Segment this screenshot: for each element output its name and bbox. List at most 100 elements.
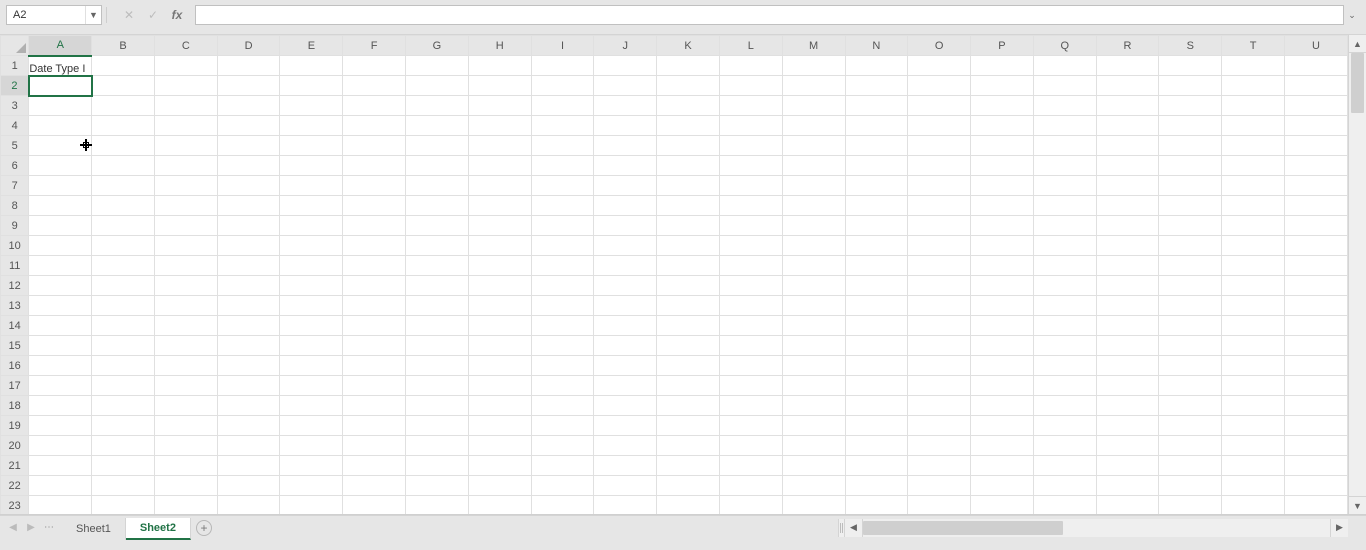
cell-T1[interactable] (1222, 56, 1285, 76)
cell-L16[interactable] (719, 356, 782, 376)
cell-J2[interactable] (594, 76, 657, 96)
row-header-17[interactable]: 17 (1, 376, 29, 396)
cell-M3[interactable] (782, 96, 845, 116)
cell-F3[interactable] (343, 96, 406, 116)
row-header-1[interactable]: 1 (1, 56, 29, 76)
cell-P16[interactable] (971, 356, 1034, 376)
cell-R19[interactable] (1096, 416, 1159, 436)
cell-Q2[interactable] (1033, 76, 1096, 96)
cell-H7[interactable] (468, 176, 531, 196)
cell-S19[interactable] (1159, 416, 1222, 436)
cell-T2[interactable] (1222, 76, 1285, 96)
cell-R16[interactable] (1096, 356, 1159, 376)
cell-F18[interactable] (343, 396, 406, 416)
cell-G12[interactable] (406, 276, 469, 296)
cell-L22[interactable] (719, 476, 782, 496)
cell-C7[interactable] (154, 176, 217, 196)
row-header-7[interactable]: 7 (1, 176, 29, 196)
cell-P8[interactable] (971, 196, 1034, 216)
cell-B23[interactable] (92, 496, 155, 515)
cell-F1[interactable] (343, 56, 406, 76)
scroll-sizer[interactable] (839, 519, 845, 537)
col-header-D[interactable]: D (217, 36, 280, 56)
cell-A4[interactable] (29, 116, 92, 136)
cell-M18[interactable] (782, 396, 845, 416)
cell-N21[interactable] (845, 456, 908, 476)
cell-P21[interactable] (971, 456, 1034, 476)
cell-Q8[interactable] (1033, 196, 1096, 216)
cell-S12[interactable] (1159, 276, 1222, 296)
cell-S3[interactable] (1159, 96, 1222, 116)
cell-L5[interactable] (719, 136, 782, 156)
cell-F2[interactable] (343, 76, 406, 96)
cell-U6[interactable] (1284, 156, 1347, 176)
cell-U13[interactable] (1284, 296, 1347, 316)
cell-C21[interactable] (154, 456, 217, 476)
cell-L14[interactable] (719, 316, 782, 336)
col-header-F[interactable]: F (343, 36, 406, 56)
cell-F5[interactable] (343, 136, 406, 156)
cell-B17[interactable] (92, 376, 155, 396)
cell-P12[interactable] (971, 276, 1034, 296)
cell-N16[interactable] (845, 356, 908, 376)
cell-M1[interactable] (782, 56, 845, 76)
cell-T23[interactable] (1222, 496, 1285, 515)
cell-P10[interactable] (971, 236, 1034, 256)
cell-D12[interactable] (217, 276, 280, 296)
col-header-C[interactable]: C (154, 36, 217, 56)
cell-Q18[interactable] (1033, 396, 1096, 416)
formula-expand-icon[interactable]: ⌄ (1344, 10, 1360, 21)
cell-E16[interactable] (280, 356, 343, 376)
cell-H8[interactable] (468, 196, 531, 216)
cell-J20[interactable] (594, 436, 657, 456)
cell-K14[interactable] (657, 316, 720, 336)
cell-L8[interactable] (719, 196, 782, 216)
cell-S1[interactable] (1159, 56, 1222, 76)
cell-T8[interactable] (1222, 196, 1285, 216)
cell-B14[interactable] (92, 316, 155, 336)
cell-D1[interactable] (217, 56, 280, 76)
cell-T18[interactable] (1222, 396, 1285, 416)
cell-F20[interactable] (343, 436, 406, 456)
cell-N18[interactable] (845, 396, 908, 416)
cell-Q7[interactable] (1033, 176, 1096, 196)
cell-T16[interactable] (1222, 356, 1285, 376)
cell-O18[interactable] (908, 396, 971, 416)
cell-H12[interactable] (468, 276, 531, 296)
cell-F14[interactable] (343, 316, 406, 336)
cell-Q10[interactable] (1033, 236, 1096, 256)
row-header-21[interactable]: 21 (1, 456, 29, 476)
cell-B9[interactable] (92, 216, 155, 236)
cell-J19[interactable] (594, 416, 657, 436)
cell-B10[interactable] (92, 236, 155, 256)
cell-M8[interactable] (782, 196, 845, 216)
cell-D22[interactable] (217, 476, 280, 496)
cell-S8[interactable] (1159, 196, 1222, 216)
cell-U20[interactable] (1284, 436, 1347, 456)
cell-S23[interactable] (1159, 496, 1222, 515)
cell-S9[interactable] (1159, 216, 1222, 236)
cell-T15[interactable] (1222, 336, 1285, 356)
cell-L12[interactable] (719, 276, 782, 296)
cell-J23[interactable] (594, 496, 657, 515)
cell-N3[interactable] (845, 96, 908, 116)
cell-I12[interactable] (531, 276, 594, 296)
cell-O9[interactable] (908, 216, 971, 236)
tab-prev-icon[interactable]: ◀ (4, 518, 22, 538)
row-header-8[interactable]: 8 (1, 196, 29, 216)
cell-K17[interactable] (657, 376, 720, 396)
cell-F17[interactable] (343, 376, 406, 396)
cell-S2[interactable] (1159, 76, 1222, 96)
cell-N12[interactable] (845, 276, 908, 296)
cell-L2[interactable] (719, 76, 782, 96)
cell-J12[interactable] (594, 276, 657, 296)
cell-D16[interactable] (217, 356, 280, 376)
cell-T14[interactable] (1222, 316, 1285, 336)
cell-T6[interactable] (1222, 156, 1285, 176)
cell-A8[interactable] (29, 196, 92, 216)
cell-J9[interactable] (594, 216, 657, 236)
cell-R11[interactable] (1096, 256, 1159, 276)
cell-H21[interactable] (468, 456, 531, 476)
cell-F9[interactable] (343, 216, 406, 236)
scroll-left-icon[interactable]: ◀ (845, 519, 863, 537)
